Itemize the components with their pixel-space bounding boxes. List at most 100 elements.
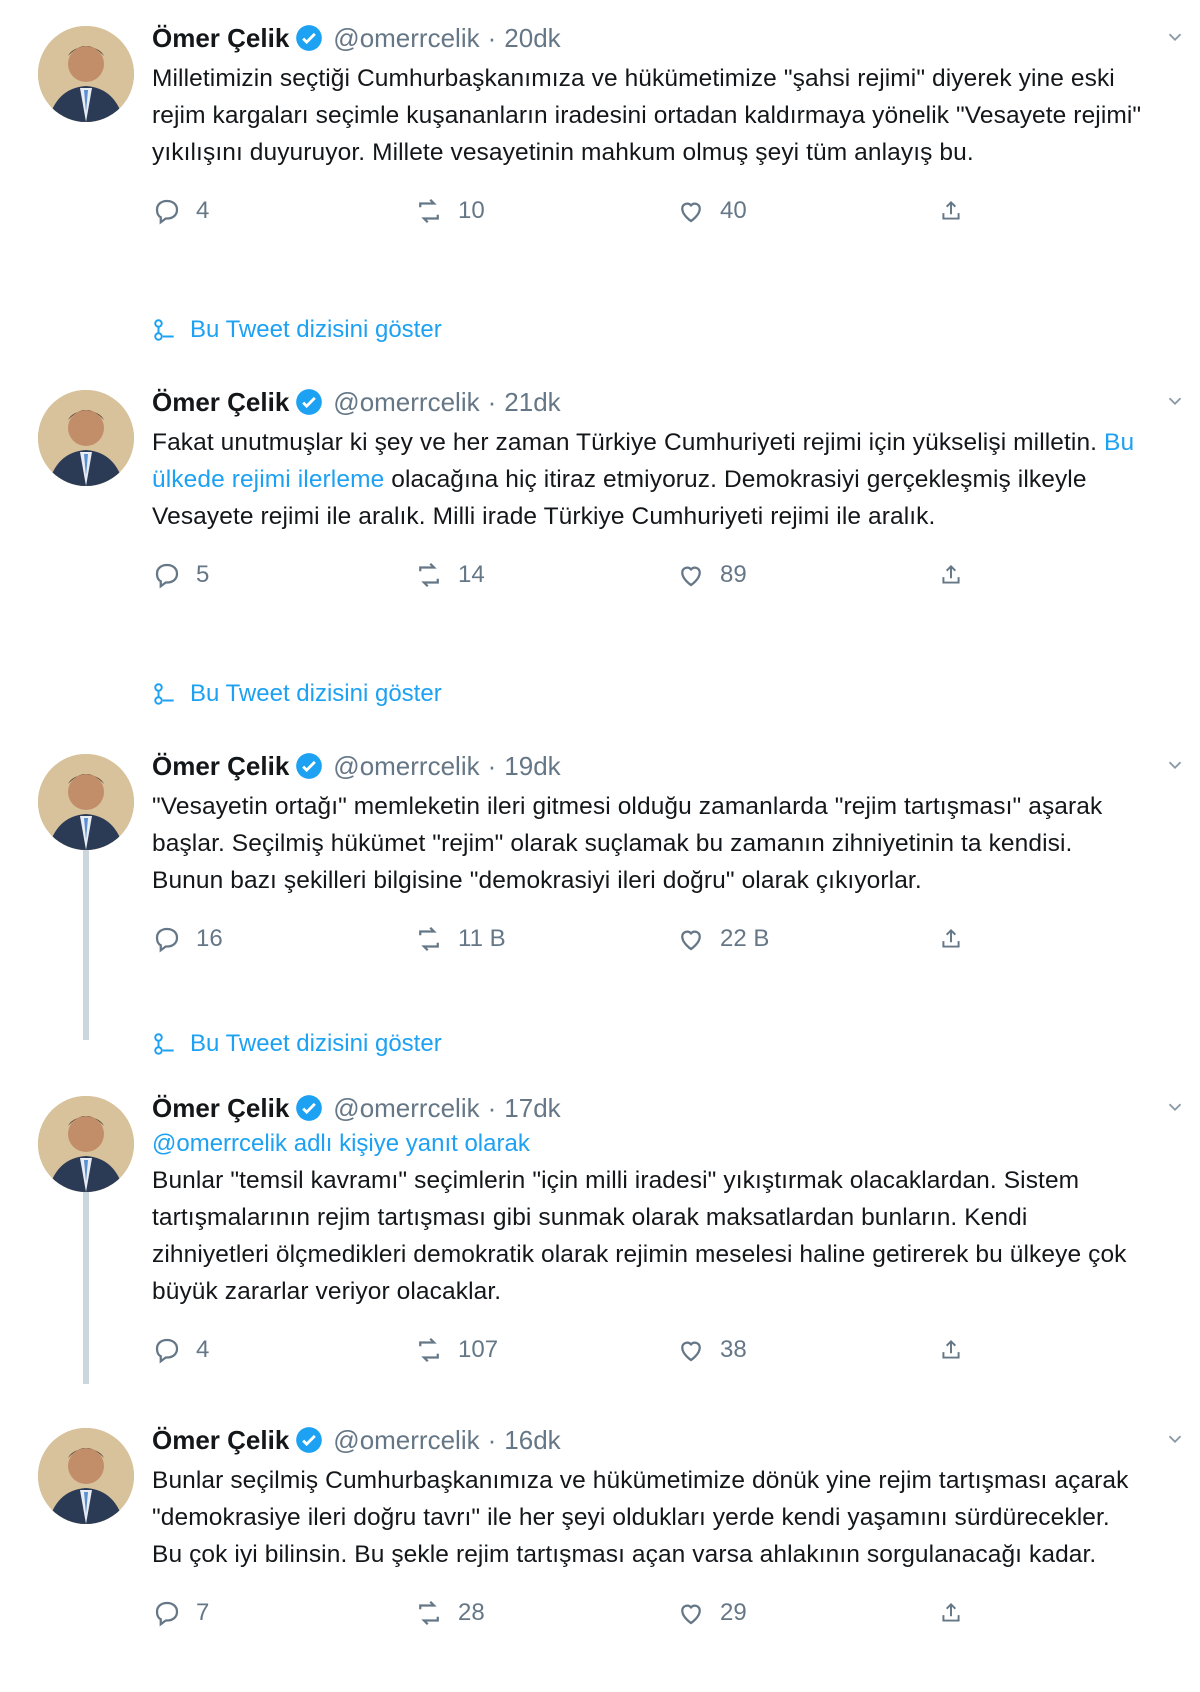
retweet-button[interactable]: 28	[414, 1598, 676, 1628]
reply-count: 4	[196, 1336, 210, 1363]
retweet-count: 10	[458, 197, 485, 224]
profile-photo-icon	[38, 754, 134, 850]
author-handle[interactable]: @omerrcelik	[333, 1093, 479, 1124]
share-icon	[942, 928, 960, 948]
verified-badge-icon	[296, 1095, 323, 1121]
like-count: 22 B	[720, 925, 770, 952]
author-handle[interactable]: @omerrcelik	[333, 751, 479, 782]
like-count: 29	[720, 1599, 747, 1626]
replying-to-text[interactable]: @omerrcelik adlı kişiye yanıt olarak	[152, 1130, 530, 1157]
avatar[interactable]	[38, 754, 134, 850]
thread-icon	[154, 319, 174, 341]
author-name[interactable]: Ömer Çelik	[152, 1425, 289, 1456]
verified-badge-icon	[296, 753, 323, 779]
like-button[interactable]: 38	[676, 1335, 938, 1365]
retweet-count: 14	[458, 561, 485, 588]
author-name[interactable]: Ömer Çelik	[152, 23, 289, 54]
author-name[interactable]: Ömer Çelik	[152, 387, 289, 418]
chevron-down-icon[interactable]	[1164, 754, 1186, 776]
reply-count: 5	[196, 561, 210, 588]
show-thread-link[interactable]: Bu Tweet dizisini göster	[152, 1030, 442, 1058]
show-thread-label: Bu Tweet dizisini göster	[190, 1030, 442, 1057]
reply-count: 7	[196, 1599, 210, 1626]
share-button[interactable]	[938, 560, 978, 590]
timestamp[interactable]: 17dk	[504, 1093, 560, 1124]
author-name[interactable]: Ömer Çelik	[152, 1093, 289, 1124]
share-icon	[942, 564, 960, 584]
like-button[interactable]: 40	[676, 196, 938, 226]
share-icon	[942, 1602, 960, 1622]
like-count: 40	[720, 197, 747, 224]
timestamp[interactable]: 16dk	[504, 1425, 560, 1456]
like-button[interactable]: 22 B	[676, 924, 938, 954]
reply-icon	[155, 1601, 179, 1627]
separator-dot: ·	[487, 1424, 497, 1455]
retweet-button[interactable]: 14	[414, 560, 676, 590]
retweet-count: 28	[458, 1599, 485, 1626]
timestamp[interactable]: 20dk	[504, 23, 560, 54]
reply-button[interactable]: 4	[152, 196, 414, 226]
thread-connector	[83, 848, 89, 1040]
avatar[interactable]	[38, 26, 134, 122]
avatar[interactable]	[38, 390, 134, 486]
show-thread-link[interactable]: Bu Tweet dizisini göster	[152, 680, 442, 708]
share-button[interactable]	[938, 196, 978, 226]
tweet-actions: 16 11 B 22 B	[152, 917, 1142, 961]
reply-button[interactable]: 16	[152, 924, 414, 954]
profile-photo-icon	[38, 1428, 134, 1524]
thread-icon	[154, 1033, 174, 1055]
author-handle[interactable]: @omerrcelik	[333, 387, 479, 418]
separator-dot: ·	[487, 386, 497, 417]
separator-dot: ·	[487, 22, 497, 53]
reply-button[interactable]: 5	[152, 560, 414, 590]
author-handle[interactable]: @omerrcelik	[333, 1425, 479, 1456]
avatar[interactable]	[38, 1096, 134, 1192]
chevron-down-icon[interactable]	[1164, 1428, 1186, 1450]
retweet-count: 11 B	[458, 925, 506, 952]
like-count: 89	[720, 561, 747, 588]
chevron-down-icon[interactable]	[1164, 390, 1186, 412]
tweet-actions: 5 14 89	[152, 553, 1142, 597]
share-button[interactable]	[938, 924, 978, 954]
retweet-button[interactable]: 107	[414, 1335, 676, 1365]
author-name[interactable]: Ömer Çelik	[152, 751, 289, 782]
tweet-text: "Vesayetin ortağı" memleketin ileri gitm…	[152, 793, 1103, 894]
reply-icon	[155, 199, 179, 225]
reply-button[interactable]: 4	[152, 1335, 414, 1365]
verified-badge-icon	[296, 389, 323, 415]
tweet-text: Bunlar seçilmiş Cumhurbaşkanımıza ve hük…	[152, 1467, 1129, 1568]
reply-icon	[155, 563, 179, 589]
share-button[interactable]	[938, 1598, 978, 1628]
chevron-down-icon[interactable]	[1164, 26, 1186, 48]
retweet-button[interactable]: 11 B	[414, 924, 676, 954]
heart-icon	[681, 930, 701, 951]
retweet-icon	[419, 562, 439, 588]
reply-count: 16	[196, 925, 223, 952]
reply-button[interactable]: 7	[152, 1598, 414, 1628]
tweet-actions: 4 10 40	[152, 189, 1142, 233]
thread-icon	[154, 683, 174, 705]
like-button[interactable]: 89	[676, 560, 938, 590]
retweet-icon	[419, 198, 439, 224]
chevron-down-icon[interactable]	[1164, 1096, 1186, 1118]
replying-to-label[interactable]: @omerrcelik adlı kişiye yanıt olarak	[152, 1130, 1142, 1158]
share-button[interactable]	[938, 1335, 978, 1365]
tweet-text: Fakat unutmuşlar ki şey ve her zaman Tür…	[152, 424, 1142, 535]
retweet-button[interactable]: 10	[414, 196, 676, 226]
show-thread-link[interactable]: Bu Tweet dizisini göster	[152, 316, 442, 344]
verified-badge-icon	[296, 1427, 323, 1453]
author-handle[interactable]: @omerrcelik	[333, 23, 479, 54]
timestamp[interactable]: 19dk	[504, 751, 560, 782]
like-button[interactable]: 29	[676, 1598, 938, 1628]
tweet-text: Bunlar "temsil kavramı" seçimlerin "için…	[152, 1167, 1127, 1305]
avatar[interactable]	[38, 1428, 134, 1524]
retweet-icon	[419, 1600, 439, 1626]
share-icon	[942, 1339, 960, 1359]
timestamp[interactable]: 21dk	[504, 387, 560, 418]
timeline: Ömer Çelik @omerrcelik · 20dk Milletimiz…	[0, 0, 1200, 1692]
heart-icon	[681, 1341, 701, 1362]
reply-icon	[155, 1338, 179, 1364]
retweet-count: 107	[458, 1336, 499, 1363]
reply-icon	[155, 927, 179, 953]
separator-dot: ·	[487, 1092, 497, 1123]
